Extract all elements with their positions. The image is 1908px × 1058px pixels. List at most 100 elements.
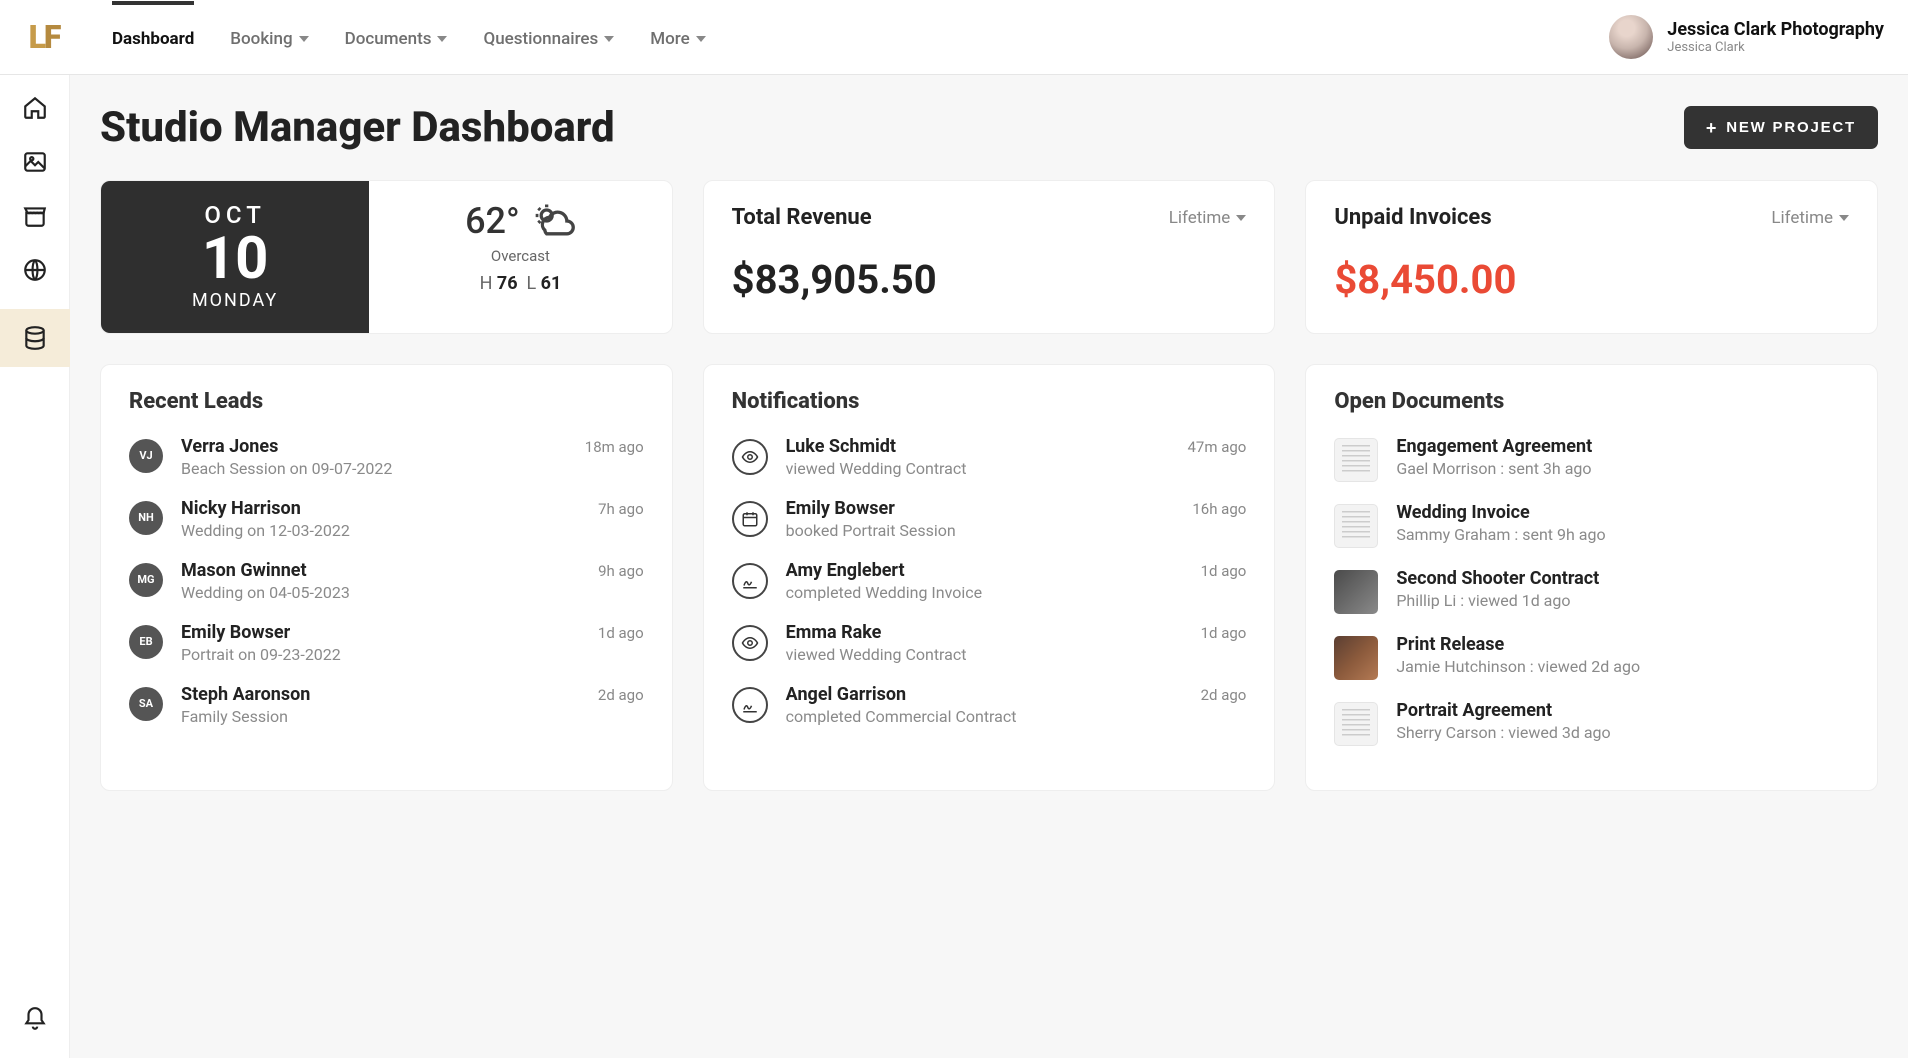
store-icon[interactable] bbox=[20, 201, 50, 231]
globe-icon[interactable] bbox=[20, 255, 50, 285]
sidebar bbox=[0, 75, 70, 1058]
date-weekday: MONDAY bbox=[101, 290, 369, 311]
new-project-button[interactable]: + NEW PROJECT bbox=[1684, 106, 1878, 149]
notification-item[interactable]: Luke Schmidt viewed Wedding Contract 47m a… bbox=[732, 436, 1247, 478]
chevron-down-icon bbox=[437, 36, 447, 42]
document-sub: Sherry Carson : viewed 3d ago bbox=[1396, 723, 1849, 742]
user-block[interactable]: Jessica Clark Photography Jessica Clark bbox=[1609, 15, 1884, 59]
document-sub: Sammy Graham : sent 9h ago bbox=[1396, 525, 1849, 544]
lead-time: 7h ago bbox=[598, 498, 644, 518]
lead-sub: Beach Session on 09-07-2022 bbox=[181, 459, 567, 478]
document-thumbnail bbox=[1334, 636, 1378, 680]
document-item[interactable]: Print ReleaseJamie Hutchinson : viewed 2… bbox=[1334, 634, 1849, 680]
open-documents-card: Open Documents Engagement AgreementGael … bbox=[1305, 364, 1878, 791]
calendar-icon bbox=[732, 501, 768, 537]
user-name: Jessica Clark bbox=[1667, 40, 1884, 55]
initials-badge: NH bbox=[129, 501, 163, 535]
notif-time: 47m ago bbox=[1187, 436, 1246, 456]
invoices-title: Unpaid Invoices bbox=[1334, 205, 1491, 230]
notif-time: 1d ago bbox=[1201, 560, 1247, 580]
document-thumbnail bbox=[1334, 504, 1378, 548]
invoices-range-selector[interactable]: Lifetime bbox=[1771, 208, 1849, 228]
chevron-down-icon bbox=[696, 36, 706, 42]
document-item[interactable]: Portrait Agreement Sherry Carson : viewed… bbox=[1334, 700, 1849, 746]
invoices-card: Unpaid Invoices Lifetime $8,450.00 bbox=[1305, 180, 1878, 334]
revenue-title: Total Revenue bbox=[732, 205, 872, 230]
document-item[interactable]: Second Shooter Contract Phillip Li : view… bbox=[1334, 568, 1849, 614]
new-project-label: NEW PROJECT bbox=[1726, 119, 1856, 136]
lead-item[interactable]: VJVerra JonesBeach Session on 09-07-2022… bbox=[129, 436, 644, 478]
date-day: 10 bbox=[101, 229, 369, 290]
lead-item[interactable]: SASteph AaronsonFamily Session2d ago bbox=[129, 684, 644, 726]
nav-label: Booking bbox=[230, 29, 292, 49]
notif-name: Emma Rake bbox=[786, 622, 1183, 643]
logo[interactable]: LF bbox=[18, 18, 70, 56]
revenue-range-label: Lifetime bbox=[1169, 208, 1231, 228]
notif-time: 1d ago bbox=[1201, 622, 1247, 642]
lead-name: Nicky Harrison bbox=[181, 498, 580, 519]
nav-item-questionnaires[interactable]: Questionnaires bbox=[483, 1, 614, 73]
notif-sub: viewed Wedding Contract bbox=[786, 645, 1183, 664]
weather-temp: 62° bbox=[465, 200, 520, 242]
lead-sub: Wedding on 04-05-2023 bbox=[181, 583, 580, 602]
database-icon[interactable] bbox=[0, 309, 70, 367]
lead-time: 1d ago bbox=[598, 622, 644, 642]
top-nav: Dashboard Booking Documents Questionnaires M… bbox=[112, 1, 706, 73]
document-name: Print Release bbox=[1396, 634, 1849, 655]
document-sub: Phillip Li : viewed 1d ago bbox=[1396, 591, 1849, 610]
lead-item[interactable]: NH Nicky Harrison Wedding on 12-03-2022 7h … bbox=[129, 498, 644, 540]
chevron-down-icon bbox=[1236, 215, 1246, 221]
document-name: Portrait Agreement bbox=[1396, 700, 1849, 721]
lead-name: Emily Bowser bbox=[181, 622, 580, 643]
notif-sub: viewed Wedding Contract bbox=[786, 459, 1170, 478]
leads-title: Recent Leads bbox=[129, 389, 644, 414]
lead-item[interactable]: EBEmily BowserPortrait on 09-23-20221d a… bbox=[129, 622, 644, 664]
nav-item-more[interactable]: More bbox=[650, 1, 705, 73]
initials-badge: SA bbox=[129, 687, 163, 721]
page-title: Studio Manager Dashboard bbox=[100, 103, 615, 152]
notif-sub: completed Wedding Invoice bbox=[786, 583, 1183, 602]
nav-item-documents[interactable]: Documents bbox=[345, 1, 448, 73]
documents-title: Open Documents bbox=[1334, 389, 1849, 414]
document-item[interactable]: Wedding InvoiceSammy Graham : sent 9h ag… bbox=[1334, 502, 1849, 548]
topbar: LF Dashboard Booking Documents Questionnair… bbox=[0, 0, 1908, 75]
date-weather-card: OCT 10 MONDAY 62° Overcast H 76 L 61 bbox=[100, 180, 673, 334]
lead-time: 18m ago bbox=[585, 436, 644, 456]
sign-icon bbox=[732, 687, 768, 723]
main-content: Studio Manager Dashboard + NEW PROJECT O… bbox=[70, 75, 1908, 1058]
date-box: OCT 10 MONDAY bbox=[101, 181, 369, 333]
nav-item-dashboard[interactable]: Dashboard bbox=[112, 1, 194, 73]
notif-name: Amy Englebert bbox=[786, 560, 1183, 581]
notif-sub: booked Portrait Session bbox=[786, 521, 1175, 540]
notification-item[interactable]: Emily Bowserbooked Portrait Session16h a… bbox=[732, 498, 1247, 540]
lead-name: Steph Aaronson bbox=[181, 684, 580, 705]
lead-name: Mason Gwinnet bbox=[181, 560, 580, 581]
image-icon[interactable] bbox=[20, 147, 50, 177]
eye-icon bbox=[732, 625, 768, 661]
lead-sub: Portrait on 09-23-2022 bbox=[181, 645, 580, 664]
weather-condition: Overcast bbox=[369, 247, 671, 265]
document-item[interactable]: Engagement AgreementGael Morrison : sent… bbox=[1334, 436, 1849, 482]
notification-item[interactable]: Emma Rake viewed Wedding Contract 1d ago bbox=[732, 622, 1247, 664]
notification-item[interactable]: Amy Englebert completed Wedding Invoice 1d… bbox=[732, 560, 1247, 602]
lead-item[interactable]: MGMason GwinnetWedding on 04-05-20239h a… bbox=[129, 560, 644, 602]
nav-label: Questionnaires bbox=[483, 29, 598, 49]
bell-icon[interactable] bbox=[20, 1004, 50, 1034]
notifications-title: Notifications bbox=[732, 389, 1247, 414]
nav-item-booking[interactable]: Booking bbox=[230, 1, 308, 73]
notif-time: 16h ago bbox=[1192, 498, 1246, 518]
chevron-down-icon bbox=[299, 36, 309, 42]
notif-time: 2d ago bbox=[1201, 684, 1247, 704]
avatar bbox=[1609, 15, 1653, 59]
recent-leads-card: Recent Leads VJVerra JonesBeach Session … bbox=[100, 364, 673, 791]
nav-label: Documents bbox=[345, 29, 432, 49]
document-thumbnail bbox=[1334, 570, 1378, 614]
notification-item[interactable]: Angel Garrisoncompleted Commercial Contr… bbox=[732, 684, 1247, 726]
document-name: Second Shooter Contract bbox=[1396, 568, 1849, 589]
lead-sub: Wedding on 12-03-2022 bbox=[181, 521, 580, 540]
document-sub: Gael Morrison : sent 3h ago bbox=[1396, 459, 1849, 478]
notif-name: Luke Schmidt bbox=[786, 436, 1170, 457]
notif-sub: completed Commercial Contract bbox=[786, 707, 1183, 726]
revenue-range-selector[interactable]: Lifetime bbox=[1169, 208, 1247, 228]
home-icon[interactable] bbox=[20, 93, 50, 123]
